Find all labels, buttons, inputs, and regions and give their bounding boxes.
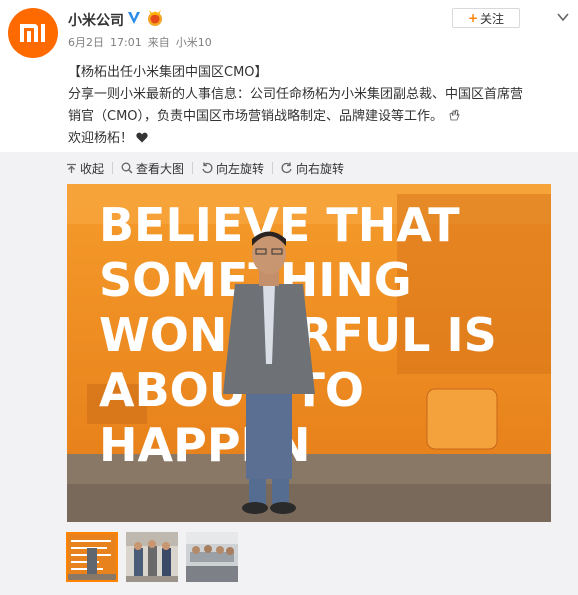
image-toolbar: 收起 查看大图 向左旋转 向右旋转	[66, 158, 344, 178]
view-large-button[interactable]: 查看大图	[121, 160, 184, 177]
thumbnail-image	[126, 532, 178, 582]
avatar[interactable]	[8, 8, 58, 58]
orange-chair	[426, 388, 498, 450]
toolbar-divider	[272, 162, 274, 174]
post-meta: 6月2日 17:01 来自 小米10	[68, 34, 218, 50]
post-content: 【杨柘出任小米集团中国区CMO】 分享一则小米最新的人事信息：公司任命杨柘为小米…	[68, 62, 568, 150]
rotate-right-label: 向右旋转	[296, 161, 345, 176]
thumbnail-image	[68, 534, 116, 580]
post-body-line: 销官（CMO），负责中国区市场营销战略制定、品牌建设等工作。	[68, 106, 568, 128]
post-body-text: 欢迎杨柘！	[68, 131, 134, 146]
post-date[interactable]: 6月2日	[68, 36, 104, 49]
toolbar-divider	[112, 162, 114, 174]
plus-icon: +	[467, 11, 479, 25]
office-photo: BELIEVE THAT SOMETHING WONDERFUL IS ABOU…	[67, 184, 551, 522]
post-body-line: 分享一则小米最新的人事信息：公司任命杨柘为小米集团副总裁、中国区首席营	[68, 87, 524, 102]
post-time[interactable]: 17:01	[110, 36, 142, 49]
thumbnail-strip	[66, 532, 246, 582]
post-title-line: 【杨柘出任小米集团中国区CMO】	[68, 65, 268, 80]
thumbnail-image	[186, 532, 238, 582]
source-prefix: 来自	[147, 36, 170, 49]
rotate-right-icon	[281, 162, 292, 174]
vip-medal-icon[interactable]	[146, 8, 164, 28]
collapse-label: 收起	[80, 161, 105, 176]
post-body-line: 欢迎杨柘！	[68, 128, 568, 150]
rotate-left-label: 向左旋转	[216, 161, 265, 176]
thumbnail-2[interactable]	[126, 532, 178, 582]
thumbnail-1[interactable]	[66, 532, 118, 582]
source-device[interactable]: 小米10	[176, 36, 212, 49]
magnify-icon	[121, 162, 133, 174]
view-large-label: 查看大图	[136, 161, 185, 176]
post-main-image[interactable]: BELIEVE THAT SOMETHING WONDERFUL IS ABOU…	[67, 184, 551, 522]
follow-label: 关注	[480, 11, 505, 26]
post-body-text: 销官（CMO），负责中国区市场营销战略制定、品牌建设等工作。	[68, 109, 444, 124]
rotate-left-button[interactable]: 向左旋转	[201, 160, 264, 177]
follow-button[interactable]: + 关注	[452, 8, 520, 28]
mi-logo-icon	[20, 24, 45, 42]
heart-emoji-icon	[136, 132, 148, 143]
verified-badge-icon	[128, 12, 140, 24]
rotate-left-icon	[202, 162, 213, 174]
chevron-down-icon[interactable]	[556, 10, 570, 24]
clap-emoji-icon	[449, 109, 460, 121]
toolbar-divider	[192, 162, 194, 174]
account-name[interactable]: 小米公司	[68, 10, 124, 30]
thumbnail-3[interactable]	[186, 532, 238, 582]
rotate-right-button[interactable]: 向右旋转	[281, 160, 344, 177]
collapse-button[interactable]: 收起	[66, 160, 104, 177]
weibo-post-card: 小米公司 6月2日 17:01 来自 小米10 + 关注 【杨柘出任小米集团中国区CM…	[0, 0, 578, 595]
collapse-arrow-icon	[67, 163, 76, 173]
floor-shadow	[67, 484, 551, 522]
